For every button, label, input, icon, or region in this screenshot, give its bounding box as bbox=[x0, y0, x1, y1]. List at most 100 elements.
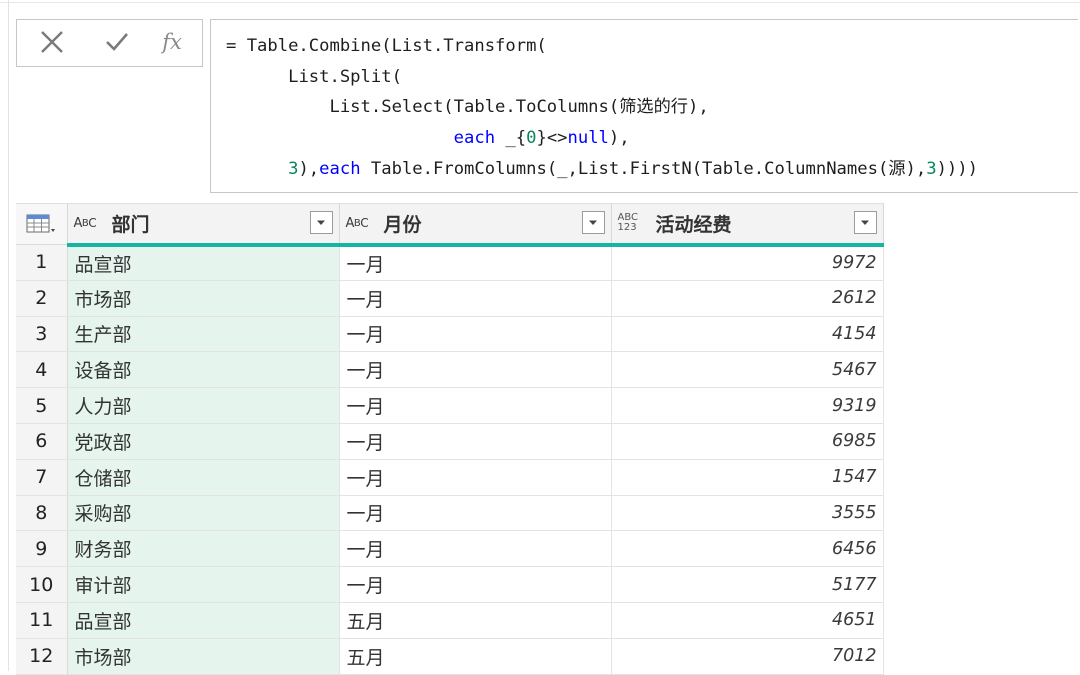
fee-cell[interactable]: 1547 bbox=[611, 459, 884, 496]
fee-cell[interactable]: 3555 bbox=[611, 495, 884, 532]
formula-token: = Table.Combine(List.Transform( bbox=[226, 36, 547, 56]
data-grid: ABC 部门 ABC 月份 ABC 123 活动经费 1 品宣部 一月 9972… bbox=[16, 203, 884, 675]
column-filter-button[interactable] bbox=[581, 211, 605, 234]
cancel-button[interactable] bbox=[35, 26, 69, 58]
close-icon bbox=[41, 31, 63, 53]
table-row[interactable]: 2 市场部 一月 2612 bbox=[16, 280, 884, 317]
row-number[interactable]: 8 bbox=[16, 495, 68, 532]
chevron-down-icon bbox=[861, 220, 869, 225]
column-name: 部门 bbox=[111, 213, 150, 236]
table-row[interactable]: 5 人力部 一月 9319 bbox=[16, 387, 884, 424]
table-row[interactable]: 9 财务部 一月 6456 bbox=[16, 530, 884, 568]
fee-cell[interactable]: 4651 bbox=[611, 602, 884, 639]
row-number[interactable]: 1 bbox=[16, 244, 68, 281]
row-number[interactable]: 12 bbox=[16, 638, 68, 675]
row-number[interactable]: 3 bbox=[16, 316, 68, 353]
fee-cell[interactable]: 9972 bbox=[611, 244, 884, 281]
dept-cell[interactable]: 财务部 bbox=[67, 530, 340, 568]
month-cell[interactable]: 一月 bbox=[339, 530, 612, 568]
dept-cell[interactable]: 设备部 bbox=[67, 351, 340, 389]
formula-token: 源 bbox=[888, 158, 906, 179]
formula-line: 3),each Table.FromColumns(_,List.FirstN(… bbox=[226, 159, 978, 179]
abc-text-type-icon[interactable]: ABC bbox=[74, 216, 108, 231]
table-row[interactable]: 12 市场部 五月 7012 bbox=[16, 638, 884, 675]
formula-token: 3 bbox=[926, 158, 937, 179]
dept-cell[interactable]: 审计部 bbox=[67, 566, 340, 603]
fee-cell[interactable]: 7012 bbox=[611, 638, 884, 675]
fee-cell[interactable]: 5467 bbox=[611, 351, 884, 389]
month-cell[interactable]: 一月 bbox=[339, 244, 612, 281]
month-cell[interactable]: 五月 bbox=[339, 602, 612, 639]
formula-token: List.Split( bbox=[288, 66, 402, 87]
table-row[interactable]: 10 审计部 一月 5177 bbox=[16, 566, 884, 603]
row-number[interactable]: 6 bbox=[16, 423, 68, 460]
month-cell[interactable]: 一月 bbox=[339, 459, 612, 496]
month-cell[interactable]: 一月 bbox=[339, 566, 612, 603]
row-number[interactable]: 5 bbox=[16, 387, 68, 424]
fee-cell[interactable]: 6985 bbox=[611, 423, 884, 460]
dept-cell[interactable]: 品宣部 bbox=[67, 244, 340, 281]
dept-cell[interactable]: 人力部 bbox=[67, 387, 340, 424]
month-cell[interactable]: 一月 bbox=[339, 316, 612, 353]
confirm-button[interactable] bbox=[100, 26, 134, 58]
formula-editor[interactable]: = Table.Combine(List.Transform( List.Spl… bbox=[210, 19, 1078, 193]
any-type-icon[interactable]: ABC 123 bbox=[618, 213, 652, 233]
formula-token: ), bbox=[905, 158, 927, 179]
column-filter-button[interactable] bbox=[853, 211, 877, 234]
formula-token: each bbox=[453, 128, 496, 149]
fee-cell[interactable]: 2612 bbox=[611, 280, 884, 317]
dept-cell[interactable]: 生产部 bbox=[67, 316, 340, 353]
fee-cell[interactable]: 5177 bbox=[611, 566, 884, 603]
month-cell[interactable]: 一月 bbox=[339, 495, 612, 532]
top-divider bbox=[0, 2, 1080, 3]
table-row[interactable]: 11 品宣部 五月 4651 bbox=[16, 602, 884, 639]
table-row[interactable]: 3 生产部 一月 4154 bbox=[16, 316, 884, 353]
table-menu-button[interactable] bbox=[16, 203, 68, 245]
table-icon bbox=[26, 214, 56, 233]
fee-cell[interactable]: 9319 bbox=[611, 387, 884, 424]
abc-text-type-icon[interactable]: ABC bbox=[346, 216, 380, 231]
formula-token: 3 bbox=[288, 158, 299, 179]
row-number[interactable]: 2 bbox=[16, 280, 68, 317]
column-filter-button[interactable] bbox=[309, 211, 333, 234]
formula-token: ), bbox=[688, 97, 709, 118]
column-header-month[interactable]: ABC 月份 bbox=[339, 203, 612, 247]
fee-cell[interactable]: 4154 bbox=[611, 316, 884, 353]
month-cell[interactable]: 一月 bbox=[339, 387, 612, 424]
row-number[interactable]: 11 bbox=[16, 602, 68, 639]
formula-token: null bbox=[567, 128, 609, 149]
dept-cell[interactable]: 党政部 bbox=[67, 423, 340, 460]
column-header-fee[interactable]: ABC 123 活动经费 bbox=[611, 203, 884, 247]
formula-token: )))) bbox=[936, 158, 978, 179]
column-name: 月份 bbox=[383, 213, 422, 236]
insert-function-button[interactable]: fx bbox=[155, 26, 189, 58]
formula-line: = Table.Combine(List.Transform( bbox=[226, 36, 547, 56]
formula-text[interactable]: = Table.Combine(List.Transform( List.Spl… bbox=[211, 20, 1078, 185]
table-row[interactable]: 8 采购部 一月 3555 bbox=[16, 495, 884, 532]
formula-line: List.Split( bbox=[226, 67, 402, 87]
formula-token: }<> bbox=[536, 128, 568, 149]
row-number[interactable]: 10 bbox=[16, 566, 68, 603]
dept-cell[interactable]: 仓储部 bbox=[67, 459, 340, 496]
column-header-dept[interactable]: ABC 部门 bbox=[67, 203, 340, 247]
month-cell[interactable]: 一月 bbox=[339, 423, 612, 460]
type-label-bottom: 123 bbox=[617, 222, 637, 234]
dept-cell[interactable]: 市场部 bbox=[67, 638, 340, 675]
table-row[interactable]: 4 设备部 一月 5467 bbox=[16, 351, 884, 389]
row-number[interactable]: 7 bbox=[16, 459, 68, 496]
dept-cell[interactable]: 市场部 bbox=[67, 280, 340, 317]
fee-cell[interactable]: 6456 bbox=[611, 530, 884, 568]
dept-cell[interactable]: 采购部 bbox=[67, 495, 340, 532]
formula-token: Table.FromColumns(_,List.FirstN(Table.Co… bbox=[360, 158, 889, 179]
row-number[interactable]: 4 bbox=[16, 351, 68, 389]
formula-token: ), bbox=[298, 158, 320, 179]
table-row[interactable]: 6 党政部 一月 6985 bbox=[16, 423, 884, 460]
table-row[interactable]: 7 仓储部 一月 1547 bbox=[16, 459, 884, 496]
row-number[interactable]: 9 bbox=[16, 530, 68, 568]
month-cell[interactable]: 五月 bbox=[339, 638, 612, 675]
formula-token: 0 bbox=[526, 128, 537, 149]
dept-cell[interactable]: 品宣部 bbox=[67, 602, 340, 639]
table-row[interactable]: 1 品宣部 一月 9972 bbox=[16, 244, 884, 281]
month-cell[interactable]: 一月 bbox=[339, 351, 612, 389]
month-cell[interactable]: 一月 bbox=[339, 280, 612, 317]
